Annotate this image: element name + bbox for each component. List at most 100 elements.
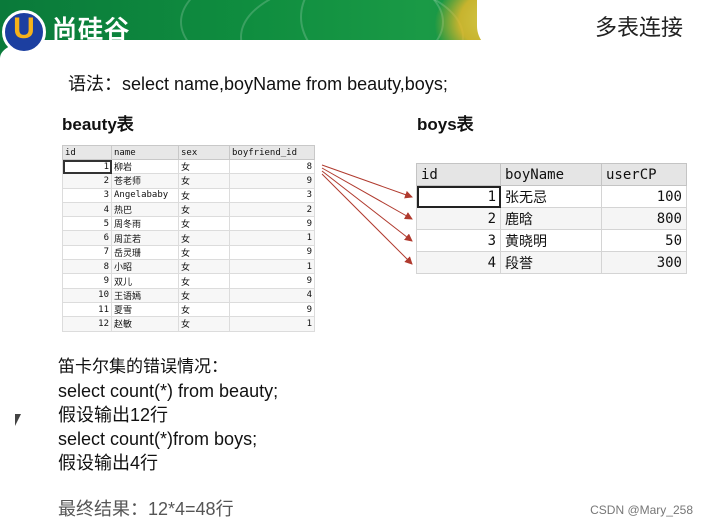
boys-table: id boyName userCP 1 张无忌 100 2 鹿晗 800 3 黄晓明 50 4 段誉 30… [416,163,687,274]
bottom-text-block: 笛卡尔集的错误情况： select count(*) from beauty; … [58,355,278,521]
table-row: 4 热巴女 2 [62,201,315,218]
title-box: 多表连接 [477,0,707,52]
table-cell: 段誉 [500,251,602,274]
table-cell: 女 [178,201,230,218]
table-cell: 50 [601,229,687,252]
table-cell: 女 [178,316,230,332]
table-cell: 5 [62,216,112,232]
mouse-cursor-icon [15,414,21,426]
table-cell: 800 [601,207,687,230]
table-cell: 黄晓明 [500,229,602,252]
query-line-1: select count(*) from beauty; [58,381,279,401]
table-cell: 女 [178,158,230,175]
table-row: 1 柳岩女 8 [62,158,315,175]
table-row: 2 苍老师女 9 [62,173,315,189]
table-row: 9 双儿女 9 [62,273,315,289]
table-row: 3 黄晓明 50 [416,229,687,252]
table-cell: 8 [62,259,112,275]
table-cell: 11 [62,301,112,318]
table-cell: 张无忌 [500,185,602,208]
table-cell: 2 [229,201,315,218]
column-header: boyName [500,163,602,186]
table-cell: 女 [178,244,230,261]
table-cell: 1 [416,185,501,208]
table-cell: 夏雪 [111,301,179,318]
table-row: 6 周芷若女 1 [62,230,315,246]
table-cell: 1 [229,259,315,275]
table-cell: 3 [416,229,501,252]
table-cell: 300 [601,251,687,274]
table-cell: 双儿 [111,273,179,289]
logo-url: www.atguigu.com [58,40,160,54]
table-cell: 小昭 [111,259,179,275]
table-row: 12 赵敏女 1 [62,316,315,332]
table-row: 4 段誉 300 [416,251,687,274]
slide-title: 多表连接 [594,16,683,41]
table-cell: 苍老师 [111,173,179,189]
table-cell: 4 [416,251,501,274]
table-cell: 7 [62,244,112,261]
result-line-2: 假设输出4行 [58,453,159,473]
table-cell: 9 [229,216,315,232]
table-row: 11 夏雪女 9 [62,301,315,318]
table-cell: 女 [178,273,230,289]
table-cell: 12 [62,316,112,332]
table-cell: 女 [178,301,230,318]
table-row: 10 王语嫣女 4 [62,287,315,303]
boys-table-label: boys表 [417,115,474,134]
table-cell: Angelababy [111,187,179,203]
table-cell: 10 [62,287,112,303]
column-header: userCP [601,163,687,186]
table-cell: 王语嫣 [111,287,179,303]
table-cell: 热巴 [111,201,179,218]
table-cell: 女 [178,230,230,246]
table-cell: 岳灵珊 [111,244,179,261]
table-cell: 1 [229,230,315,246]
table-cell: 9 [229,173,315,189]
table-cell: 1 [62,158,112,175]
table-row: 3 Angelababy 女 3 [62,187,315,203]
final-result: 最终结果：12*4=48行 [58,499,234,519]
table-cell: 2 [416,207,501,230]
table-cell: 8 [229,158,315,175]
column-header: id [62,145,112,160]
table-cell: 柳岩 [111,158,179,175]
column-header: boyfriend_id [229,145,315,160]
table-cell: 4 [229,287,315,303]
column-header: sex [178,145,230,160]
beauty-table-label: beauty表 [62,115,134,134]
column-header: id [416,163,501,186]
table-cell: 女 [178,173,230,189]
table-row: 5 周冬雨女 9 [62,216,315,232]
column-header: name [111,145,179,160]
table-cell: 周芷若 [111,230,179,246]
table-cell: 9 [62,273,112,289]
table-cell: 6 [62,230,112,246]
table-cell: 100 [601,185,687,208]
table-row: 2 鹿晗 800 [416,207,687,230]
table-row: 8 小昭女 1 [62,259,315,275]
table-cell: 2 [62,173,112,189]
table-cell: 女 [178,259,230,275]
table-cell: 女 [178,287,230,303]
table-cell: 1 [229,316,315,332]
table-cell: 3 [62,187,112,203]
table-cell: 赵敏 [111,316,179,332]
table-cell: 鹿晗 [500,207,602,230]
logo: U 尚硅谷 www.atguigu.com [2,8,177,56]
result-line-1: 假设输出12行 [58,405,169,425]
table-cell: 4 [62,201,112,218]
table-cell: 3 [229,187,315,203]
table-row: 1 张无忌 100 [416,185,687,208]
cartesian-heading: 笛卡尔集的错误情况： [58,357,228,376]
query-line-2: select count(*)from boys; [58,429,258,449]
table-cell: 女 [178,187,230,203]
watermark: CSDN @Mary_258 [590,503,693,517]
table-row: 7 岳灵珊女 9 [62,244,315,261]
table-cell: 9 [229,244,315,261]
syntax-line: 语法：select name,boyName from beauty,boys; [68,74,448,94]
table-cell: 9 [229,273,315,289]
logo-u-icon: U [13,12,35,45]
table-cell: 女 [178,216,230,232]
table-cell: 9 [229,301,315,318]
